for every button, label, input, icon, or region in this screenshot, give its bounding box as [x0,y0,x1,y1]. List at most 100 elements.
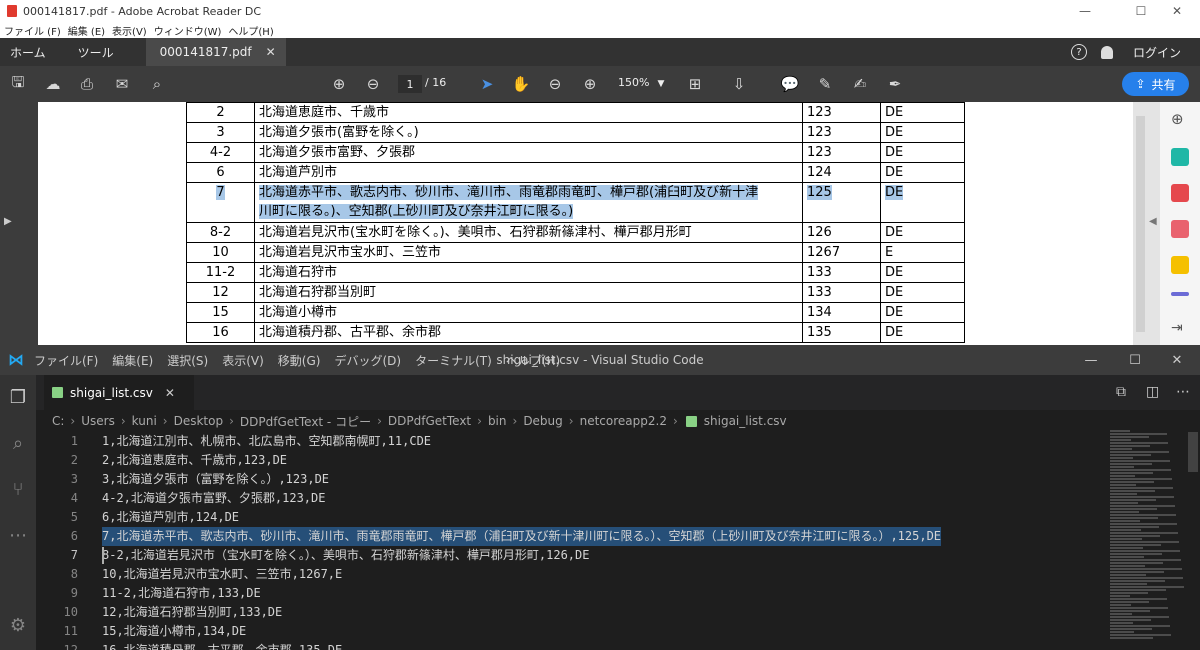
menu-edit[interactable]: 編集 (E) [68,23,105,38]
vs-menu-help[interactable]: ヘルプ(H) [506,352,560,369]
vs-menu-selection[interactable]: 選択(S) [167,352,208,369]
zoom-tool-icon[interactable]: ⊕ [1171,110,1189,128]
draw-icon[interactable]: ✍ [851,75,869,93]
breadcrumb-item[interactable]: Debug [523,414,562,428]
expand-left-icon[interactable]: ▶ [4,216,12,227]
menu-help[interactable]: ヘルプ(H) [228,23,273,38]
menu-file[interactable]: ファイル (F) [4,23,61,38]
code-line[interactable]: 11 15,北海道小樽市,134,DE [36,622,1100,641]
upload-cloud-icon[interactable]: ☁ [44,75,62,93]
help-icon[interactable]: ? [1070,44,1087,60]
more-tools-icon[interactable] [1171,292,1189,296]
zoom-select[interactable]: 150% ▼ [618,76,664,89]
vs-menu-file[interactable]: ファイル(F) [34,352,98,369]
vs-close-icon[interactable]: ✕ [1154,345,1200,375]
tab-document[interactable]: 000141817.pdf ✕ [145,38,286,66]
code-line[interactable]: 5 6,北海道芦別市,124,DE [36,508,1100,527]
vs-maximize-icon[interactable]: ☐ [1112,345,1158,375]
minimap-line [1110,631,1134,633]
menu-window[interactable]: ウィンドウ(W) [154,23,222,38]
page-up-icon[interactable]: ⊕ [330,75,348,93]
scroll-mode-icon[interactable]: ⇩ [730,75,748,93]
search-icon[interactable]: ⌕ [6,431,30,455]
breadcrumb-item[interactable]: DDPdfGetText [388,414,471,428]
search-icon[interactable]: ⌕ [148,75,166,93]
acrobat-vertical-scrollbar[interactable]: ◀ [1133,102,1160,345]
split-editor-icon[interactable]: ◫ [1146,384,1159,400]
bell-icon[interactable] [1100,45,1113,59]
editor-scrollbar[interactable] [1186,432,1200,650]
page-number-input[interactable]: 1 [398,75,422,93]
vs-menu-go[interactable]: 移動(G) [278,352,321,369]
breadcrumb-item[interactable]: Desktop [174,414,224,428]
cell-class: DE [880,162,965,183]
code-line[interactable]: 12 16,北海道積丹郡、古平郡、余市郡,135,DE [36,641,1100,650]
code-editor[interactable]: 1 1,北海道江別市、札幌市、北広島市、空知郡南幌町,11,CDE 2 2,北海道恵庭… [36,432,1100,650]
breadcrumb-item[interactable]: kuni [132,414,157,428]
tab-tools[interactable]: ツール [68,38,124,66]
vs-menu-edit[interactable]: 編集(E) [112,352,153,369]
editor-tabbar: shigai_list.csv ✕ ⧉ ◫ ⋯ [36,375,1200,410]
highlight-pen-icon[interactable]: ✎ [816,75,834,93]
code-line[interactable]: 6 7,北海道赤平市、歌志内市、砂川市、滝川市、雨竜郡雨竜町、樺戸郡（浦臼町及び新… [36,527,1100,546]
editor-scrollbar-thumb[interactable] [1188,432,1198,472]
minimap-line [1110,535,1160,537]
page-down-icon[interactable]: ⊖ [364,75,382,93]
code-line[interactable]: 9 11-2,北海道石狩市,133,DE [36,584,1100,603]
editor-tab-shigai-list[interactable]: shigai_list.csv ✕ [44,375,194,410]
breadcrumb-item[interactable]: shigai_list.csv [704,414,787,428]
hand-icon[interactable]: ✋ [512,75,531,93]
code-line[interactable]: 3 3,北海道夕張市（富野を除く。）,123,DE [36,470,1100,489]
explorer-icon[interactable]: ❐ [6,385,30,409]
breadcrumb-item[interactable]: C: [52,414,64,428]
zoom-in-icon[interactable]: ⊕ [581,75,599,93]
gear-icon[interactable]: ⚙ [6,613,30,637]
breadcrumb-item[interactable]: bin [488,414,507,428]
organize-pages-icon[interactable] [1171,220,1189,238]
tab-home[interactable]: ホーム [0,38,56,66]
scrollbar-thumb[interactable] [1136,116,1145,332]
close-editor-icon[interactable]: ✕ [165,386,175,400]
select-cursor-icon[interactable]: ➤ [478,75,496,93]
vs-menu-terminal[interactable]: ターミナル(T) [415,352,492,369]
collapse-rail-icon[interactable]: ⇥ [1171,320,1189,338]
fit-page-icon[interactable]: ⊞ [686,75,704,93]
create-pdf-icon[interactable] [1171,148,1189,166]
export-pdf-icon[interactable] [1171,184,1189,202]
code-line[interactable]: 4 4-2,北海道夕張市富野、夕張郡,123,DE [36,489,1100,508]
cell-area-text: 北海道岩見沢市(宝水町を除く。)、美唄市、石狩郡新篠津村、樺戸郡月形町 [259,225,692,240]
minimap[interactable] [1110,430,1185,650]
code-line[interactable]: 10 12,北海道石狩郡当別町,133,DE [36,603,1100,622]
comment-icon[interactable]: 💬 [781,75,800,93]
expand-right-icon[interactable]: ◀ [1149,216,1157,227]
close-icon[interactable]: ✕ [1154,0,1200,22]
mail-icon[interactable]: ✉ [113,75,131,93]
share-button[interactable]: ⇪ 共有 [1122,72,1189,96]
more-actions-icon[interactable]: ⋯ [1176,384,1190,400]
breadcrumb-item[interactable]: DDPdfGetText - コピー [240,413,371,430]
close-tab-icon[interactable]: ✕ [266,45,276,59]
zoom-out-icon[interactable]: ⊖ [546,75,564,93]
code-line[interactable]: 2 2,北海道恵庭市、千歳市,123,DE [36,451,1100,470]
code-line[interactable]: 7 8-2,北海道岩見沢市（宝水町を除く。）、美唄市、石狩郡新篠津村、樺戸郡月形町… [36,546,1100,565]
sign-icon[interactable]: ✒ [886,75,904,93]
more-icon[interactable]: ⋯ [6,523,30,547]
vs-menu-view[interactable]: 表示(V) [222,352,264,369]
login-button[interactable]: ログイン [1133,44,1181,61]
code-line[interactable]: 1 1,北海道江別市、札幌市、北広島市、空知郡南幌町,11,CDE [36,432,1100,451]
cell-number: 3 [186,122,255,143]
save-icon[interactable]: 🖫 [9,73,27,93]
print-icon[interactable]: ⎙ [78,75,96,93]
breadcrumb-item[interactable]: Users [81,414,115,428]
minimize-icon[interactable]: — [1062,0,1108,22]
menu-view[interactable]: 表示(V) [112,23,147,38]
vs-minimize-icon[interactable]: — [1068,345,1114,375]
vs-menu-debug[interactable]: デバッグ(D) [334,352,401,369]
source-control-icon[interactable]: ⑂ [6,477,30,501]
breadcrumb-item[interactable]: netcoreapp2.2 [580,414,667,428]
comment-panel-icon[interactable] [1171,256,1189,274]
text-cursor [102,547,104,564]
code-line[interactable]: 8 10,北海道岩見沢市宝水町、三笠市,1267,E [36,565,1100,584]
cell-number: 4-2 [186,142,255,163]
open-preview-icon[interactable]: ⧉ [1116,384,1126,400]
